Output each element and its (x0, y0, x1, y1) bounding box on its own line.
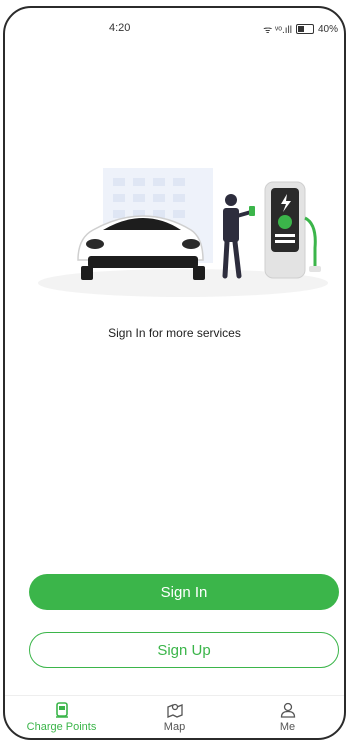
battery-percent: 40% (317, 23, 338, 35)
sign-up-button[interactable]: Sign Up (29, 632, 339, 668)
sign-in-button[interactable]: Sign In (29, 574, 339, 610)
phone-frame: 4:20 ᯤ ᵛᵒ.ıll 40% Sign In for more servi… (3, 6, 346, 740)
tab-charge-points[interactable]: Charge Points (5, 696, 118, 738)
ev-charging-illustration (38, 168, 328, 297)
person-icon (280, 702, 295, 718)
tab-label: Me (279, 721, 296, 733)
tab-label: Charge Points (26, 721, 97, 733)
status-bar: 4:20 ᯤ ᵛᵒ.ıll 40% (5, 20, 344, 40)
status-icons: ᯤ ᵛᵒ.ıll 40% (263, 22, 338, 37)
charge-point-icon (55, 702, 68, 718)
map-icon (166, 703, 183, 718)
sign-in-prompt: Sign In for more services (108, 326, 241, 340)
battery-icon (295, 24, 314, 34)
signal-icon: ᯤ ᵛᵒ.ıll (263, 25, 292, 36)
status-time: 4:20 (109, 22, 131, 34)
tab-me[interactable]: Me (231, 696, 344, 738)
tab-label: Map (163, 721, 186, 733)
tab-map[interactable]: Map (118, 696, 231, 738)
bottom-tab-bar: Charge Points Map Me (5, 695, 344, 738)
